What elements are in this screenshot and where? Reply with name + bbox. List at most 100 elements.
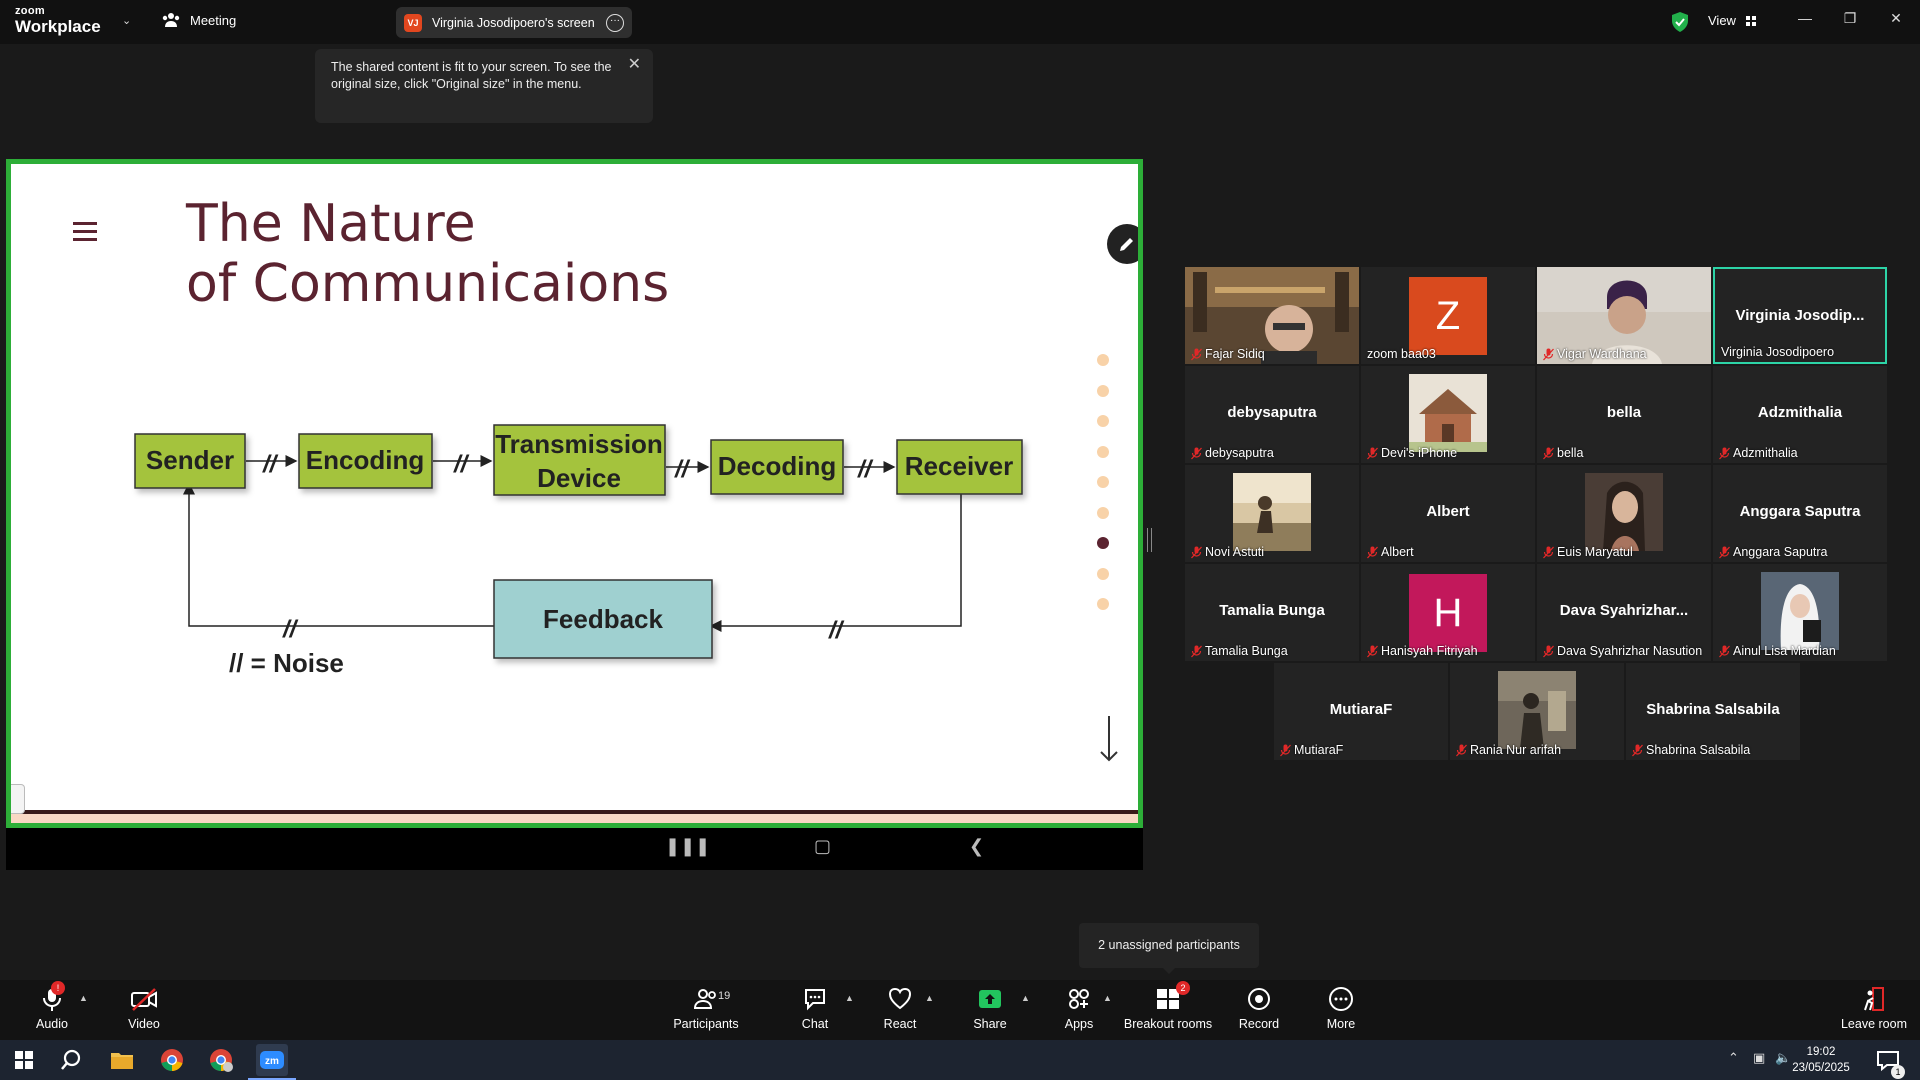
view-button[interactable]: View (1708, 13, 1756, 28)
meeting-menu-button[interactable]: Meeting (162, 12, 236, 28)
participant-display-name: Dava Syahrizhar... (1559, 602, 1689, 619)
back-icon[interactable]: ❮ (969, 836, 984, 857)
noise-legend: // = Noise (229, 648, 344, 678)
react-options-caret[interactable]: ▲ (925, 993, 934, 1003)
more-icon (1329, 987, 1353, 1011)
meeting-icon (162, 13, 180, 27)
participant-photo (1761, 572, 1839, 650)
breakout-rooms-button[interactable]: Breakout rooms (1123, 986, 1213, 1031)
record-button[interactable]: Record (1219, 986, 1299, 1031)
participant-name-label: Devi's iPhone (1367, 446, 1457, 460)
shared-screen-title: Virginia Josodipoero's screen (432, 15, 595, 30)
slide-nav-dot[interactable] (1097, 354, 1109, 366)
participant-photo (1233, 473, 1311, 551)
more-options-icon[interactable]: ··· (606, 13, 624, 32)
slide-nav-dot[interactable] (1097, 537, 1109, 549)
participant-tile[interactable]: Albert Albert (1361, 465, 1535, 562)
participant-tile[interactable]: Fajar Sidiq (1185, 267, 1359, 364)
participant-tile[interactable]: Anggara Saputra Anggara Saputra (1713, 465, 1887, 562)
participant-photo (1585, 473, 1663, 551)
leave-room-button[interactable]: Leave room (1832, 986, 1916, 1031)
windows-start-icon[interactable] (10, 1046, 38, 1074)
participant-tile[interactable]: Ainul Lisa Mardian (1713, 564, 1887, 661)
slide-nav-dot[interactable] (1097, 445, 1109, 458)
slide-footer-strip (11, 814, 1138, 823)
chat-options-caret[interactable]: ▲ (845, 993, 854, 1003)
participant-avatar (1409, 374, 1487, 452)
participant-tile[interactable]: Tamalia Bunga Tamalia Bunga (1185, 564, 1359, 661)
participant-name: Ainul Lisa Mardian (1733, 644, 1836, 658)
slide-nav-dot[interactable] (1097, 384, 1109, 397)
receiver-label: Receiver (905, 451, 1013, 481)
chrome-icon[interactable] (158, 1046, 186, 1074)
participant-tile[interactable]: Virginia Josodip... Virginia Josodipoero (1713, 267, 1887, 364)
restore-icon[interactable]: ❐ (1838, 10, 1862, 27)
participant-tile[interactable]: debysaputra debysaputra (1185, 366, 1359, 463)
apps-options-caret[interactable]: ▲ (1103, 993, 1112, 1003)
slide-nav-dot[interactable] (1097, 476, 1109, 488)
participant-name: Anggara Saputra (1733, 545, 1828, 559)
feedback-label: Feedback (543, 604, 663, 634)
presentation-slide: The Nature of Communicaions // // // // … (11, 164, 1138, 823)
participant-tile[interactable]: Vigar Wardhana (1537, 267, 1711, 364)
system-clock[interactable]: 19:02 23/05/2025 (1784, 1044, 1858, 1076)
zoom-workplace-logo[interactable]: zoom Workplace (15, 6, 101, 36)
file-explorer-icon[interactable] (108, 1046, 136, 1074)
close-window-icon[interactable]: ✕ (1884, 10, 1908, 27)
participant-display-name: MutiaraF (1329, 701, 1393, 718)
meeting-label: Meeting (190, 12, 237, 28)
svg-text:zm: zm (265, 1056, 279, 1067)
participant-tile[interactable]: Devi's iPhone (1361, 366, 1535, 463)
participant-tile[interactable]: Novi Astuti (1185, 465, 1359, 562)
participant-tile[interactable]: H Hanisyah Fitriyah (1361, 564, 1535, 661)
participant-tile[interactable]: MutiaraF MutiaraF (1274, 663, 1448, 760)
mic-muted-icon (1543, 645, 1554, 657)
mic-muted-icon (1280, 744, 1291, 756)
slide-nav-dot[interactable] (1097, 598, 1109, 610)
participant-tile[interactable]: Shabrina Salsabila Shabrina Salsabila (1626, 663, 1800, 760)
participant-name: Adzmithalia (1733, 446, 1798, 460)
chrome-profile-icon[interactable] (207, 1046, 235, 1074)
participant-tile[interactable]: Dava Syahrizhar... Dava Syahrizhar Nasuti… (1537, 564, 1711, 661)
audio-options-caret[interactable]: ▲ (79, 993, 88, 1003)
home-icon[interactable]: ▢ (814, 836, 831, 857)
tray-overflow-icon[interactable]: ⌃ (1728, 1050, 1739, 1066)
minimize-icon[interactable]: — (1793, 10, 1817, 26)
shared-screen[interactable]: The Nature of Communicaions // // // // … (6, 159, 1143, 828)
share-options-caret[interactable]: ▲ (1021, 993, 1030, 1003)
more-button[interactable]: More (1301, 986, 1381, 1031)
participant-name-label: bella (1543, 446, 1583, 460)
close-icon[interactable]: ✕ (628, 56, 641, 73)
participant-name: zoom baa03 (1367, 347, 1436, 361)
chat-button[interactable]: Chat (775, 986, 855, 1031)
security-shield-icon[interactable] (1670, 11, 1690, 33)
mic-muted-icon (1719, 546, 1730, 558)
chevron-down-icon[interactable]: ⌄ (122, 14, 131, 27)
slide-nav-dot[interactable] (1097, 567, 1109, 580)
participant-display-name: Adzmithalia (1757, 404, 1843, 421)
participant-tile[interactable]: bella bella (1537, 366, 1711, 463)
participants-button[interactable]: Participants 19 (666, 986, 746, 1031)
network-icon[interactable]: ▣ (1753, 1050, 1765, 1066)
video-button[interactable]: Video (104, 986, 184, 1031)
shared-screen-pill[interactable]: VJ Virginia Josodipoero's screen ··· (396, 7, 632, 38)
search-icon[interactable] (59, 1046, 87, 1074)
slide-nav-dot[interactable] (1097, 506, 1109, 519)
zoom-taskbar-button[interactable]: zm (256, 1044, 288, 1076)
slide-nav-dot[interactable] (1097, 415, 1109, 427)
participant-name: Dava Syahrizhar Nasution (1557, 644, 1703, 658)
participant-tile[interactable]: Adzmithalia Adzmithalia (1713, 366, 1887, 463)
participant-name-label: Tamalia Bunga (1191, 644, 1288, 658)
recent-apps-icon[interactable]: ❚❚❚ (665, 836, 710, 857)
side-panel-tab[interactable] (11, 784, 25, 814)
participant-name-label: Ainul Lisa Mardian (1719, 644, 1836, 658)
participant-tile[interactable]: Rania Nur arifah (1450, 663, 1624, 760)
participant-tile[interactable]: Zzoom baa03 (1361, 267, 1535, 364)
share-button[interactable]: Share (950, 986, 1030, 1031)
arrow-down-icon[interactable] (1099, 716, 1119, 762)
resize-handle[interactable] (1147, 528, 1152, 552)
participant-tile[interactable]: Euis Maryatul (1537, 465, 1711, 562)
participant-name: Novi Astuti (1205, 545, 1265, 559)
meeting-toolbar: Audio ! ▲ Video Participants 19 Chat ▲ R… (0, 980, 1920, 1040)
mic-muted-icon (1719, 645, 1730, 657)
